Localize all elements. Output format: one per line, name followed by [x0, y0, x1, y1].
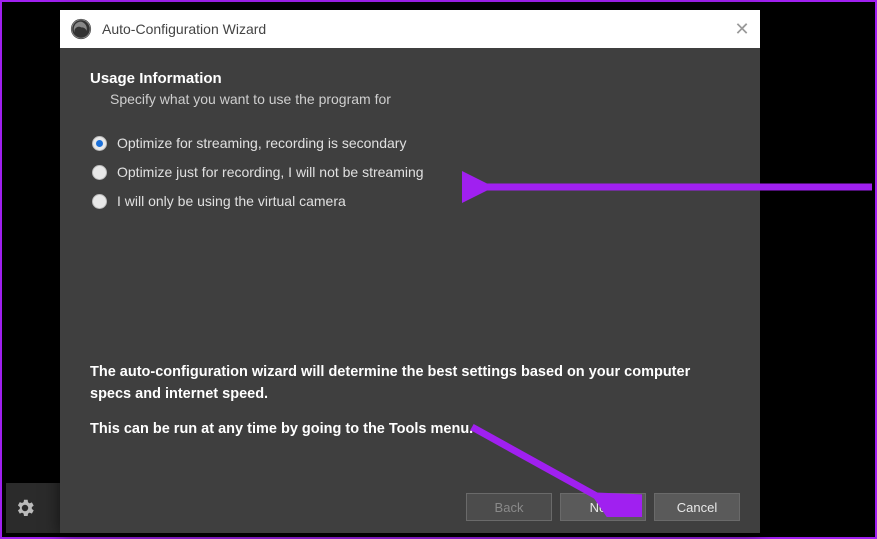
radio-option-virtual-camera[interactable]: I will only be using the virtual camera: [92, 193, 730, 209]
section-subheading: Specify what you want to use the program…: [110, 91, 730, 107]
radio-option-recording[interactable]: Optimize just for recording, I will not …: [92, 164, 730, 180]
titlebar: Auto-Configuration Wizard ✕: [60, 10, 760, 48]
note-line-1: The auto-configuration wizard will deter…: [90, 362, 730, 406]
usage-radio-group: Optimize for streaming, recording is sec…: [92, 135, 730, 209]
radio-indicator-icon: [92, 136, 107, 151]
note-line-2: This can be run at any time by going to …: [90, 419, 730, 441]
wizard-description: The auto-configuration wizard will deter…: [90, 362, 730, 455]
wizard-body: Usage Information Specify what you want …: [60, 48, 760, 533]
radio-option-streaming[interactable]: Optimize for streaming, recording is sec…: [92, 135, 730, 151]
gear-icon[interactable]: [14, 497, 36, 519]
radio-indicator-icon: [92, 194, 107, 209]
radio-indicator-icon: [92, 165, 107, 180]
radio-label: I will only be using the virtual camera: [117, 193, 346, 209]
auto-config-wizard-dialog: Auto-Configuration Wizard ✕ Usage Inform…: [60, 10, 760, 533]
section-heading: Usage Information: [90, 70, 730, 87]
radio-label: Optimize just for recording, I will not …: [117, 164, 424, 180]
obs-app-icon: [70, 18, 92, 40]
radio-label: Optimize for streaming, recording is sec…: [117, 135, 406, 151]
close-icon[interactable]: ✕: [734, 19, 750, 40]
titlebar-title: Auto-Configuration Wizard: [102, 21, 734, 37]
cancel-button[interactable]: Cancel: [654, 493, 740, 521]
back-button: Back: [466, 493, 552, 521]
next-button[interactable]: Next: [560, 493, 646, 521]
wizard-button-bar: Back Next Cancel: [466, 493, 740, 521]
